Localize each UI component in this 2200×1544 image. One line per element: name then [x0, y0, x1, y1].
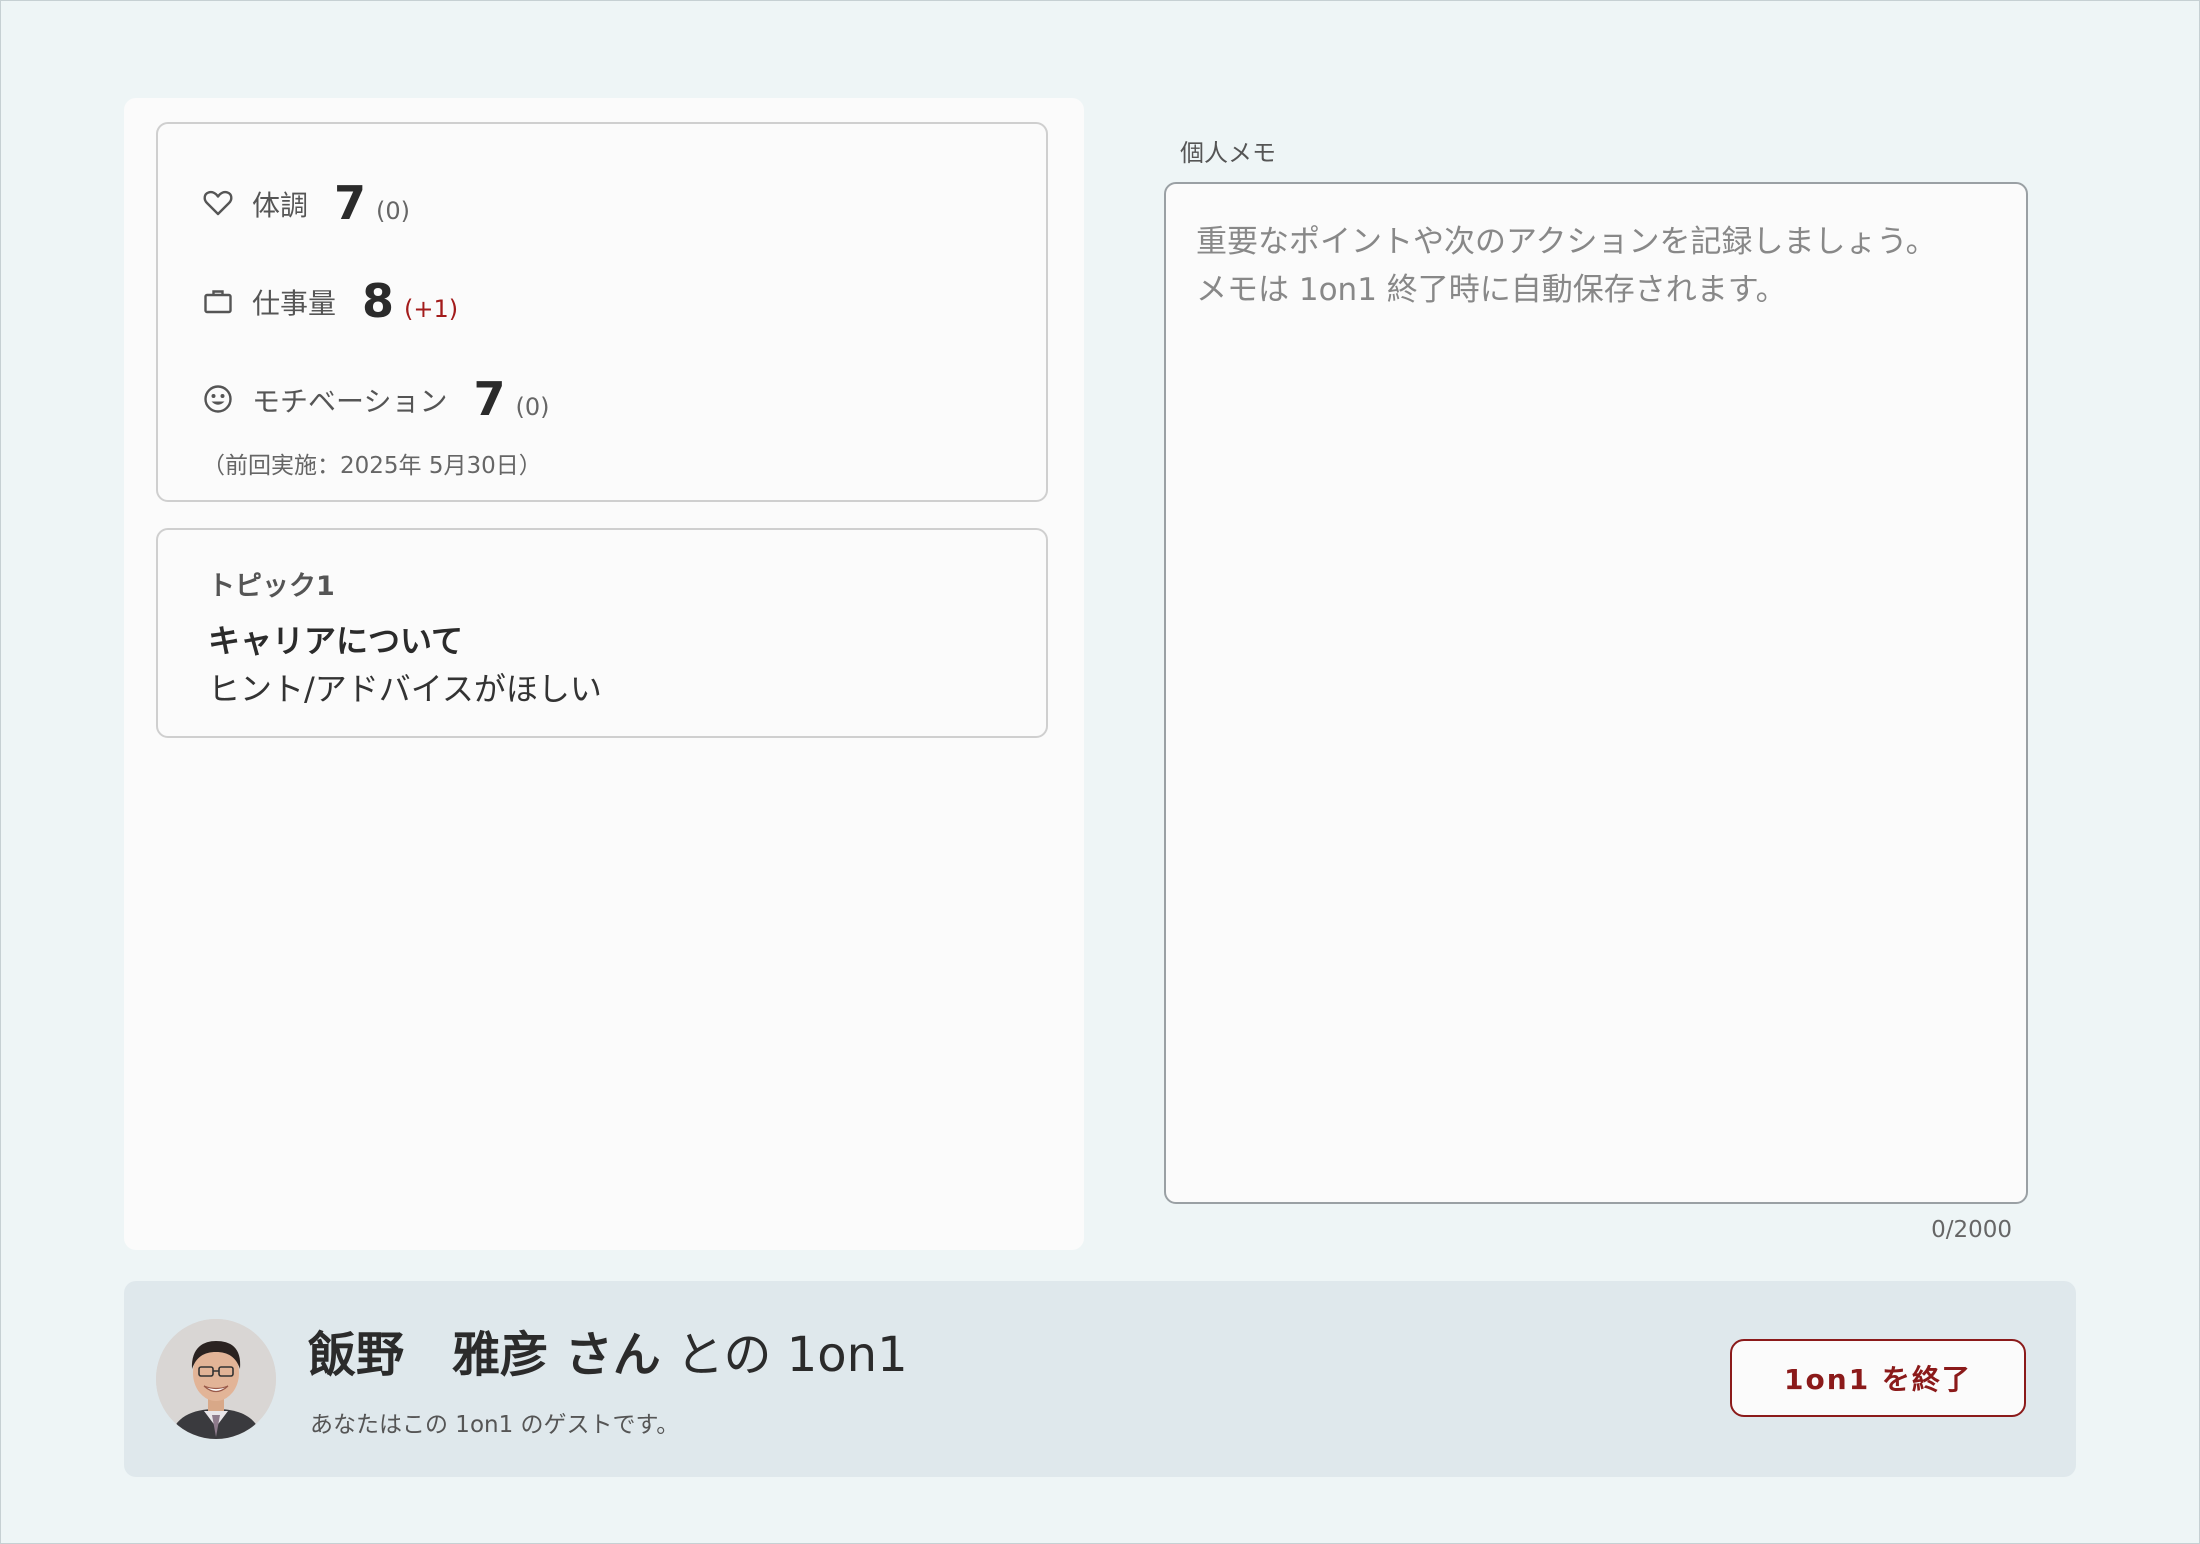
- session-title-suffix: との 1on1: [660, 1327, 908, 1383]
- metric-row-workload: 仕事量 8 (+1): [202, 274, 458, 328]
- left-panel: 体調 7 (0) 仕事量 8 (+1) モチベーション 7 (0) （前回実施：…: [124, 98, 1084, 1250]
- metric-label: 仕事量: [252, 287, 337, 320]
- metric-diff: (0): [515, 393, 550, 421]
- memo-label: 個人メモ: [1180, 139, 1276, 167]
- metric-value: 7: [473, 372, 506, 426]
- topic-title: キャリアについて: [208, 622, 464, 660]
- last-session-date: （前回実施：2025年 5月30日）: [202, 453, 542, 479]
- briefcase-icon: [202, 285, 234, 317]
- metric-label: 体調: [252, 189, 309, 222]
- memo-char-count: 0/2000: [1931, 1217, 2012, 1243]
- metric-value: 8: [362, 274, 395, 328]
- end-1on1-button[interactable]: 1on1 を終了: [1730, 1339, 2026, 1417]
- heart-icon: [202, 187, 234, 219]
- avatar: [156, 1319, 276, 1439]
- topic-card: トピック1 キャリアについて ヒント/アドバイスがほしい: [156, 528, 1048, 738]
- session-footer: 飯野 雅彦 さん との 1on1 あなたはこの 1on1 のゲストです。 1on…: [124, 1281, 2076, 1477]
- memo-textarea[interactable]: [1164, 182, 2028, 1204]
- metric-label: モチベーション: [252, 385, 448, 418]
- smiley-icon: [202, 383, 234, 415]
- metric-value: 7: [334, 176, 367, 230]
- metric-diff: (+1): [404, 295, 459, 323]
- session-title: 飯野 雅彦 さん との 1on1: [308, 1315, 908, 1385]
- condition-card: 体調 7 (0) 仕事量 8 (+1) モチベーション 7 (0) （前回実施：…: [156, 122, 1048, 502]
- topic-subtitle: ヒント/アドバイスがほしい: [208, 670, 602, 708]
- session-subtitle: あなたはこの 1on1 のゲストです。: [310, 1412, 680, 1438]
- topic-label: トピック1: [208, 571, 335, 602]
- metric-diff: (0): [376, 197, 411, 225]
- metric-row-motivation: モチベーション 7 (0): [202, 372, 549, 426]
- guest-name: 飯野 雅彦 さん: [308, 1327, 661, 1383]
- metric-row-health: 体調 7 (0): [202, 176, 410, 230]
